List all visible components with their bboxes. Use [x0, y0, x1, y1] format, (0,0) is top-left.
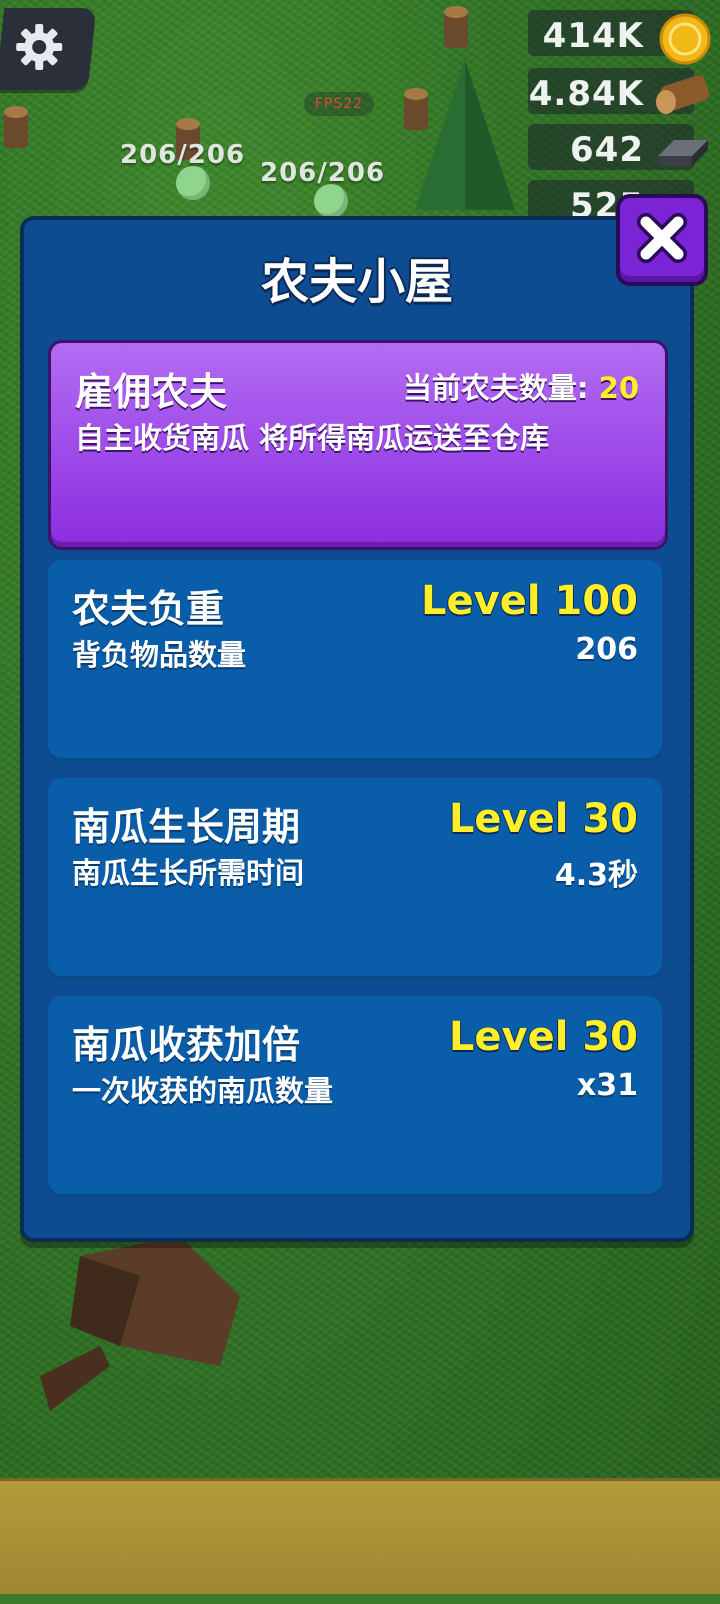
resource-value: 414K: [542, 16, 644, 56]
wood-log-icon: [656, 75, 710, 114]
upgrade-title: 南瓜收获加倍: [72, 1023, 301, 1067]
iron-ingot-icon: [658, 140, 708, 166]
upgrade-card-carry[interactable]: 农夫负重 Level 100 背负物品数量 206: [48, 560, 662, 762]
upgrade-value: x31: [576, 1068, 638, 1103]
farmer-unit: [314, 184, 348, 218]
upgrade-title: 农夫负重: [72, 587, 225, 631]
upgrade-level: Level 30: [448, 1014, 638, 1060]
dialog-title: 农夫小屋: [260, 254, 453, 310]
rock-pile-icon: [40, 1236, 240, 1411]
resource-gold: 414K: [528, 10, 720, 65]
farmer-hut-dialog: 农夫小屋 雇佣农夫 当前农夫数量: 20 自主收货南瓜 将所得南瓜运送至仓库 农…: [20, 216, 694, 1242]
resource-wood: 4.84K: [528, 68, 720, 114]
dirt-path: [0, 1478, 720, 1604]
unit-capacity-label: 206/206: [120, 140, 246, 170]
gold-coin-icon: [659, 13, 711, 65]
settings-button[interactable]: [0, 8, 97, 90]
fps-counter: FPS22: [304, 92, 374, 116]
hire-farmer-card[interactable]: 雇佣农夫 当前农夫数量: 20 自主收货南瓜 将所得南瓜运送至仓库: [48, 340, 668, 550]
upgrade-description: 南瓜生长所需时间: [72, 856, 305, 890]
resource-value: 4.84K: [528, 74, 644, 114]
hire-description: 自主收货南瓜 将所得南瓜运送至仓库: [75, 421, 550, 455]
upgrade-level: Level 100: [421, 578, 638, 624]
tree-stump: [444, 6, 468, 48]
upgrade-card-growth[interactable]: 南瓜生长周期 Level 30 南瓜生长所需时间 4.3秒: [48, 778, 662, 980]
resource-iron: 642: [528, 124, 720, 170]
upgrade-description: 一次收获的南瓜数量: [72, 1074, 334, 1108]
unit-capacity-label: 206/206: [260, 158, 386, 188]
farmer-count: 当前农夫数量: 20: [403, 365, 639, 407]
upgrade-title: 南瓜生长周期: [72, 805, 301, 849]
close-button[interactable]: [616, 194, 708, 286]
hire-title: 雇佣农夫: [75, 370, 228, 414]
farmer-count-value: 20: [598, 371, 639, 405]
tree-stump: [4, 106, 28, 148]
close-icon: [637, 213, 687, 263]
pine-tree-icon: [415, 60, 515, 210]
resource-value: 642: [570, 130, 644, 170]
upgrade-level: Level 30: [448, 796, 638, 842]
farmer-count-label: 当前农夫数量:: [402, 371, 589, 405]
upgrade-value: 206: [575, 632, 638, 667]
farmer-unit: [176, 166, 210, 200]
upgrade-value: 4.3秒: [554, 858, 638, 893]
gear-icon: [16, 24, 63, 70]
upgrade-description: 背负物品数量: [72, 638, 247, 672]
upgrade-card-harvest[interactable]: 南瓜收获加倍 Level 30 一次收获的南瓜数量 x31: [48, 996, 662, 1198]
